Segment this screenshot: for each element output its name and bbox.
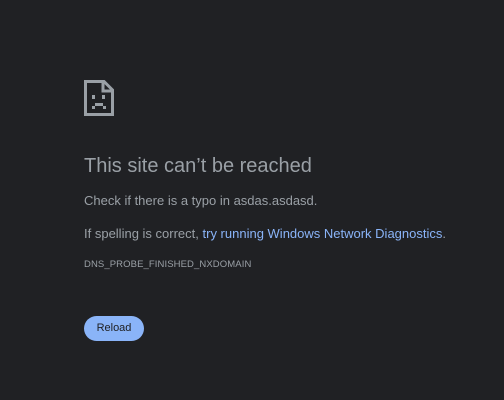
sad-document-icon bbox=[84, 80, 114, 116]
error-code: DNS_PROBE_FINISHED_NXDOMAIN bbox=[84, 259, 252, 270]
page-title: This site can’t be reached bbox=[84, 155, 312, 177]
spelling-hint: If spelling is correct, try running Wind… bbox=[84, 226, 446, 242]
typo-hint: Check if there is a typo in asdas.asdasd… bbox=[84, 193, 318, 208]
reload-button[interactable]: Reload bbox=[84, 316, 144, 341]
error-page: This site can’t be reached Check if ther… bbox=[84, 0, 484, 400]
network-diagnostics-link[interactable]: try running Windows Network Diagnostics bbox=[203, 226, 443, 241]
spelling-hint-suffix: . bbox=[442, 226, 446, 241]
spelling-hint-prefix: If spelling is correct, bbox=[84, 226, 203, 241]
